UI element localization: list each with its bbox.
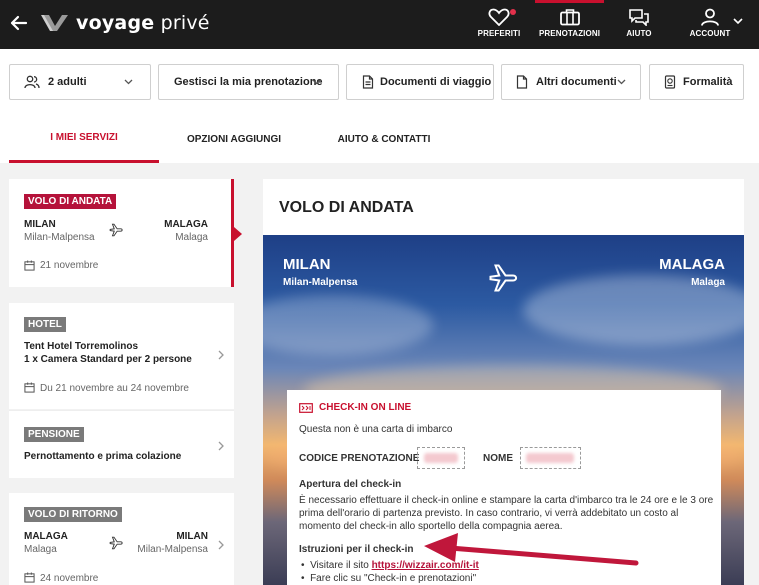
- annotation-arrow-icon: [424, 533, 639, 566]
